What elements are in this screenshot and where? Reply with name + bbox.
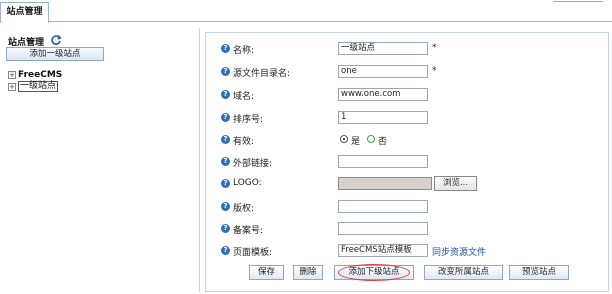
field-label: 名称: (233, 46, 255, 56)
save-button[interactable]: 保存 (249, 265, 284, 280)
help-icon: ? (221, 224, 230, 233)
domain-input[interactable]: www.one.com (338, 88, 428, 101)
help-icon: ? (221, 67, 230, 76)
add-top-level-site-button[interactable]: 添加一级站点 (6, 47, 104, 61)
field-label: 页面模板: (233, 248, 273, 258)
record-no-input[interactable] (338, 222, 428, 235)
field-logo: ? LOGO: 浏览... (206, 176, 610, 192)
help-icon: ? (221, 179, 230, 188)
template-input[interactable]: FreeCMS站点模板 (338, 244, 428, 257)
tree-node-label[interactable]: 一级站点 (18, 81, 59, 92)
site-form-panel: ? 名称: 一级站点 * ? 源文件目录名: one * ? 域名: www.o… (205, 32, 609, 292)
tree-node-level1-site[interactable]: + 一级站点 (8, 81, 59, 92)
browse-button[interactable]: 浏览... (434, 176, 477, 191)
valid-yes-radio[interactable] (340, 135, 348, 143)
sync-resources-link[interactable]: 同步资源文件 (432, 245, 486, 258)
refresh-icon[interactable] (50, 34, 62, 46)
help-icon: ? (221, 135, 230, 144)
field-label: 域名: (233, 92, 255, 102)
field-copyright: ? 版权: (206, 199, 610, 215)
radio-label-yes: 是 (351, 137, 361, 147)
field-name: ? 名称: 一级站点 * (206, 41, 610, 57)
external-link-input[interactable] (338, 155, 428, 168)
help-icon: ? (221, 202, 230, 211)
tree-node-freecms[interactable]: + FreeCMS (8, 69, 62, 80)
help-icon: ? (221, 44, 230, 53)
field-label: 备案号: (233, 226, 264, 236)
help-icon: ? (221, 157, 230, 166)
valid-no-radio[interactable] (367, 135, 375, 143)
expand-icon[interactable]: + (8, 70, 16, 79)
site-tree-panel: 站点管理 添加一级站点 + FreeCMS + 一级站点 (0, 28, 200, 292)
radio-label-no: 否 (378, 137, 388, 147)
help-icon: ? (221, 246, 230, 255)
field-domain: ? 域名: www.one.com (206, 87, 610, 103)
logo-file-input[interactable] (338, 177, 432, 190)
field-label: 有效: (233, 137, 255, 147)
tab-site-management[interactable]: 站点管理 (0, 2, 49, 23)
tab-strip: 站点管理 (0, 0, 612, 23)
required-marker: * (432, 66, 437, 76)
tree-node-label[interactable]: FreeCMS (18, 70, 62, 80)
field-source-dir: ? 源文件目录名: one * (206, 64, 610, 80)
change-parent-site-button[interactable]: 改变所属站点 (424, 265, 503, 280)
help-icon: ? (221, 90, 230, 99)
name-input[interactable]: 一级站点 (338, 42, 428, 55)
field-label: 版权: (233, 204, 255, 214)
field-order: ? 排序号: 1 (206, 110, 610, 126)
copyright-input[interactable] (338, 200, 428, 213)
field-valid: ? 有效: 是 否 (206, 132, 610, 148)
expand-icon[interactable]: + (8, 82, 16, 91)
divider (553, 1, 603, 2)
field-template: ? 页面模板: FreeCMS站点模板 同步资源文件 (206, 243, 610, 259)
preview-site-button[interactable]: 预览站点 (509, 265, 569, 280)
source-dir-input[interactable]: one (338, 65, 428, 78)
help-icon: ? (221, 113, 230, 122)
add-child-site-button[interactable]: 添加下级站点 (334, 265, 414, 280)
delete-button[interactable]: 删除 (293, 265, 323, 280)
field-label: LOGO: (233, 178, 262, 188)
field-external-link: ? 外部链接: (206, 154, 610, 170)
field-label: 源文件目录名: (233, 69, 291, 79)
required-marker: * (432, 43, 437, 53)
field-label: 外部链接: (233, 159, 273, 169)
field-label: 排序号: (233, 115, 264, 125)
order-input[interactable]: 1 (338, 111, 428, 124)
field-record-no: ? 备案号: (206, 221, 610, 237)
